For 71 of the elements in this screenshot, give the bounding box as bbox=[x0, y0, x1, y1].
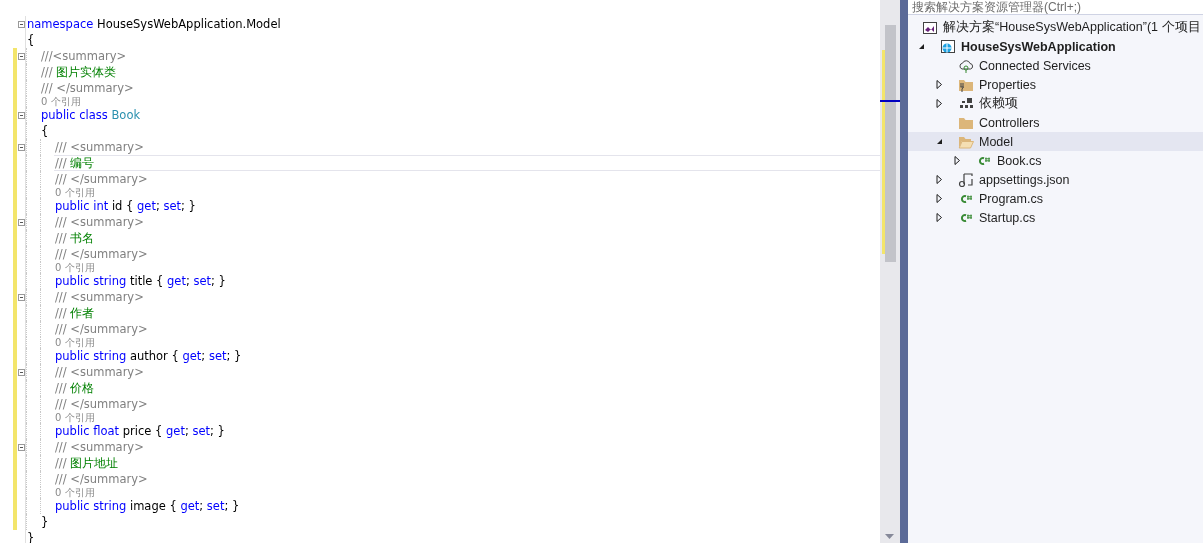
code-line: public class Book bbox=[41, 108, 141, 122]
tree-item[interactable]: Controllers bbox=[908, 113, 1203, 132]
code-line: /// 书名 bbox=[55, 230, 95, 246]
caret-position-marker bbox=[880, 100, 900, 102]
tree-item[interactable]: Connected Services bbox=[908, 56, 1203, 75]
code-line: /// 图片实体类 bbox=[41, 64, 117, 80]
code-line: /// 编号 bbox=[55, 155, 95, 171]
collapsed-arrow-icon[interactable] bbox=[936, 175, 943, 184]
code-line: { bbox=[41, 124, 49, 138]
tree-item[interactable]: HouseSysWebApplication bbox=[908, 37, 1203, 56]
collapsed-arrow-icon[interactable] bbox=[954, 156, 961, 165]
code-line: /// </summary> bbox=[55, 247, 148, 261]
code-line: public string image { get; set; } bbox=[55, 499, 240, 513]
tree-item[interactable]: Startup.cs bbox=[908, 208, 1203, 227]
vertical-scrollbar[interactable] bbox=[880, 0, 900, 543]
code-line: /// <summary> bbox=[55, 215, 144, 229]
codelens-reference-count[interactable]: 0 个引用 bbox=[55, 187, 95, 198]
code-line: /// </summary> bbox=[55, 172, 148, 186]
collapse-icon[interactable] bbox=[17, 52, 25, 60]
code-line: public string author { get; set; } bbox=[55, 349, 242, 363]
collapse-icon[interactable] bbox=[17, 143, 25, 151]
web-project-icon bbox=[940, 38, 956, 55]
codelens-reference-count[interactable]: 0 个引用 bbox=[55, 337, 95, 348]
code-line: /// </summary> bbox=[41, 81, 134, 95]
settings-file-icon bbox=[958, 171, 974, 188]
code-line: /// </summary> bbox=[55, 472, 148, 486]
expanded-arrow-icon[interactable] bbox=[936, 137, 943, 146]
code-line: /// 作者 bbox=[55, 305, 95, 321]
code-line: /// <summary> bbox=[55, 140, 144, 154]
collapsed-arrow-icon[interactable] bbox=[936, 213, 943, 222]
expanded-arrow-icon[interactable] bbox=[918, 42, 925, 51]
codelens-reference-count[interactable]: 0 个引用 bbox=[55, 262, 95, 273]
collapse-icon[interactable] bbox=[17, 20, 25, 28]
code-line: public float price { get; set; } bbox=[55, 424, 225, 438]
collapse-icon[interactable] bbox=[17, 293, 25, 301]
code-line: /// 价格 bbox=[55, 380, 95, 396]
collapsed-arrow-icon[interactable] bbox=[936, 194, 943, 203]
solution-icon bbox=[922, 19, 938, 36]
code-line: public int id { get; set; } bbox=[55, 199, 196, 213]
tree-item[interactable]: appsettings.json bbox=[908, 170, 1203, 189]
collapse-icon[interactable] bbox=[17, 111, 25, 119]
cloud-icon bbox=[958, 57, 974, 74]
scrollbar-thumb[interactable] bbox=[885, 25, 896, 262]
code-line: /// </summary> bbox=[55, 397, 148, 411]
collapse-icon[interactable] bbox=[17, 368, 25, 376]
tree-item[interactable]: Book.cs bbox=[908, 151, 1203, 170]
collapse-icon[interactable] bbox=[17, 218, 25, 226]
code-line: } bbox=[27, 531, 35, 543]
code-line: { bbox=[27, 33, 35, 47]
collapse-icon[interactable] bbox=[17, 443, 25, 451]
tree-item[interactable]: Model bbox=[908, 132, 1203, 151]
code-line: ///<summary> bbox=[41, 49, 127, 63]
code-line: /// <summary> bbox=[55, 440, 144, 454]
code-line: namespace HouseSysWebApplication.Model bbox=[27, 17, 281, 31]
code-line: public string title { get; set; } bbox=[55, 274, 226, 288]
tree-item[interactable]: 解决方案“HouseSysWebApplication”(1 个项目 bbox=[908, 18, 1203, 37]
tree-item[interactable]: 依赖项 bbox=[908, 94, 1203, 113]
code-line: /// <summary> bbox=[55, 365, 144, 379]
tree-item[interactable]: Properties bbox=[908, 75, 1203, 94]
code-line: /// <summary> bbox=[55, 290, 144, 304]
codelens-reference-count[interactable]: 0 个引用 bbox=[41, 96, 81, 107]
search-field[interactable]: 搜索解决方案资源管理器(Ctrl+;) bbox=[908, 0, 1203, 15]
tree-item[interactable]: Program.cs bbox=[908, 189, 1203, 208]
code-line: /// 图片地址 bbox=[55, 455, 119, 471]
codelens-reference-count[interactable]: 0 个引用 bbox=[55, 412, 95, 423]
codelens-reference-count[interactable]: 0 个引用 bbox=[55, 487, 95, 498]
collapsed-arrow-icon[interactable] bbox=[936, 80, 943, 89]
scroll-down-icon[interactable] bbox=[885, 534, 894, 540]
collapsed-arrow-icon[interactable] bbox=[936, 99, 943, 108]
code-line: /// </summary> bbox=[55, 322, 148, 336]
code-line: } bbox=[41, 515, 49, 529]
